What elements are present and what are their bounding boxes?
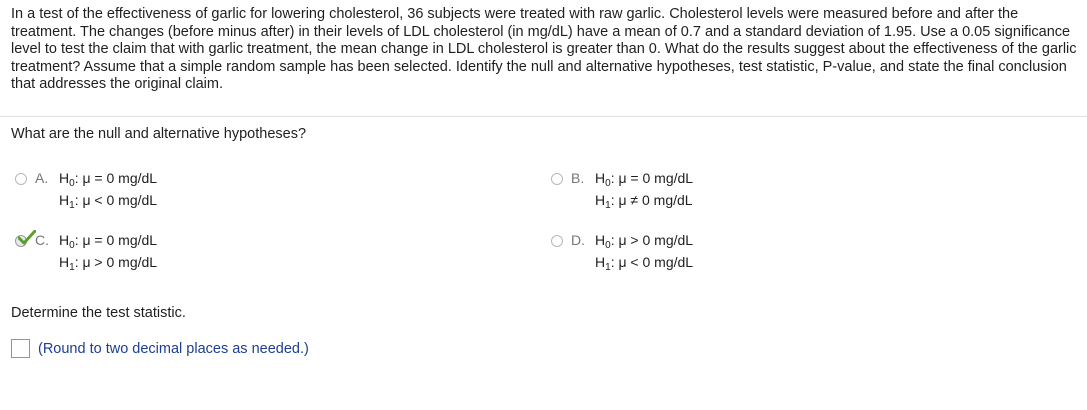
choice-a-letter: A. <box>35 170 49 186</box>
choice-a-alternative: H1: μ < 0 mg/dL <box>59 192 158 211</box>
radio-b[interactable] <box>551 173 563 185</box>
choice-d-null: H0: μ > 0 mg/dL <box>595 232 694 251</box>
choice-d-letter: D. <box>571 232 585 248</box>
choice-b-null: H0: μ = 0 mg/dL <box>595 170 694 189</box>
choice-d-alternative: H1: μ < 0 mg/dL <box>595 254 694 273</box>
choice-a-null: H0: μ = 0 mg/dL <box>59 170 158 189</box>
checkmark-icon <box>18 230 36 245</box>
choice-a[interactable]: A. H0: μ = 0 mg/dL H1: μ < 0 mg/dL <box>15 170 315 214</box>
radio-a[interactable] <box>15 173 27 185</box>
rounding-hint: (Round to two decimal places as needed.) <box>38 341 309 357</box>
question-text: In a test of the effectiveness of garlic… <box>11 6 1077 93</box>
test-statistic-prompt: Determine the test statistic. <box>11 305 186 321</box>
choice-b-letter: B. <box>571 170 585 186</box>
radio-d[interactable] <box>551 235 563 247</box>
choice-b[interactable]: B. H0: μ = 0 mg/dL H1: μ ≠ 0 mg/dL <box>551 170 851 214</box>
divider <box>0 116 1087 117</box>
test-statistic-input[interactable] <box>11 339 30 358</box>
choice-c-letter: C. <box>35 232 49 248</box>
choice-c-alternative: H1: μ > 0 mg/dL <box>59 254 158 273</box>
choice-c-null: H0: μ = 0 mg/dL <box>59 232 158 251</box>
choice-c[interactable]: C. H0: μ = 0 mg/dL H1: μ > 0 mg/dL <box>15 230 315 276</box>
hypotheses-prompt: What are the null and alternative hypoth… <box>11 126 307 142</box>
choice-b-alternative: H1: μ ≠ 0 mg/dL <box>595 192 693 211</box>
choice-d[interactable]: D. H0: μ > 0 mg/dL H1: μ < 0 mg/dL <box>551 232 851 276</box>
